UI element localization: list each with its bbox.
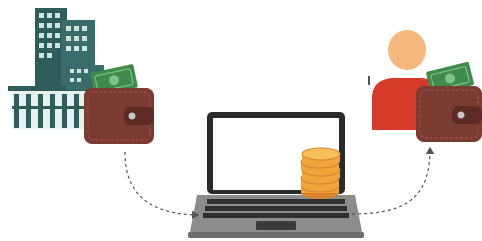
- laptop-keyboard: [203, 199, 349, 218]
- person-wallet-icon: [416, 61, 482, 142]
- company-wallet-icon: [84, 64, 154, 144]
- arrow-laptop-to-person: [351, 146, 435, 215]
- payment-flow-diagram: [0, 0, 482, 241]
- arrow-company-to-laptop: [124, 151, 200, 220]
- trackpad: [256, 221, 296, 230]
- diagram-canvas: [8, 8, 482, 238]
- coin-stack-icon: [300, 147, 341, 199]
